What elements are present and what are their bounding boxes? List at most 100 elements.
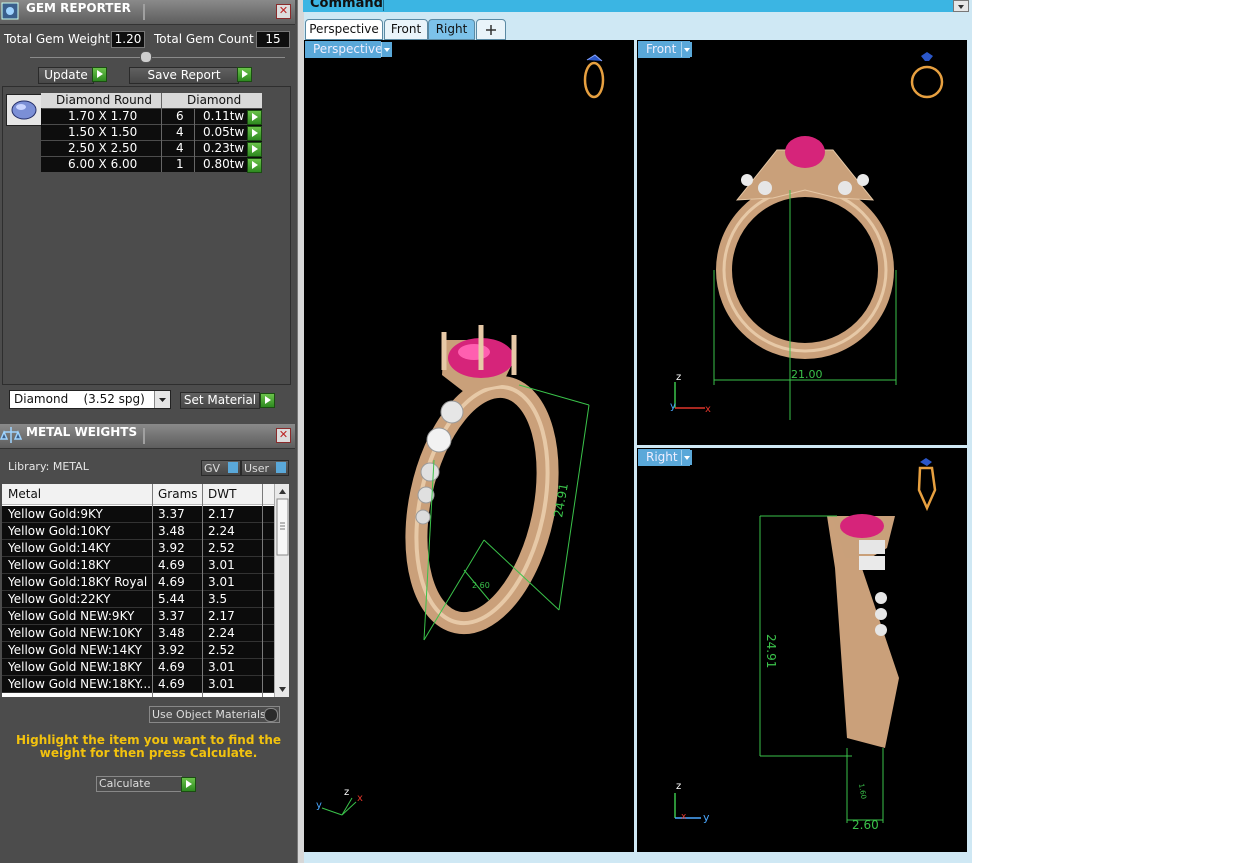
axis-z-label: z xyxy=(676,781,681,792)
set-material-arrow-icon[interactable] xyxy=(260,393,275,408)
col-separator xyxy=(152,484,153,697)
front-viewport[interactable]: Front 21.00 z x y xyxy=(637,40,967,445)
metal-grams: 3.92 xyxy=(158,643,185,657)
gem-reporter-title: GEM REPORTER xyxy=(26,1,131,15)
col-grams[interactable]: Grams xyxy=(158,487,198,501)
metal-name: Yellow Gold:22KY xyxy=(8,592,111,606)
metal-name: Yellow Gold NEW:9KY xyxy=(8,609,135,623)
table-row[interactable]: Yellow Gold:10KY 3.48 2.24 xyxy=(2,523,274,540)
calculate-label: Calculate xyxy=(99,777,151,790)
close-icon[interactable]: ✕ xyxy=(276,428,291,443)
metal-name: Yellow Gold NEW:14KY xyxy=(8,643,142,657)
titlebar-separator xyxy=(143,428,145,444)
gem-row[interactable]: 6.00 X 6.00 1 0.80tw xyxy=(41,157,262,172)
gv-indicator-icon xyxy=(228,462,238,473)
gem-row[interactable]: 1.50 X 1.50 4 0.05tw xyxy=(41,125,262,140)
gem-count: 4 xyxy=(176,125,184,139)
tab-front[interactable]: Front xyxy=(384,19,428,40)
table-row[interactable]: Yellow Gold:14KY 3.92 2.52 xyxy=(2,540,274,557)
table-row[interactable]: Yellow Gold NEW:10KY 3.48 2.24 xyxy=(2,625,274,642)
total-gem-count-value: 15 xyxy=(256,31,290,48)
metal-table-header: Metal Grams DWT xyxy=(2,484,274,505)
gem-weight: 0.80tw xyxy=(203,157,245,171)
gem-col-sep xyxy=(161,93,162,172)
radio-icon[interactable] xyxy=(264,708,278,722)
gem-row-arrow-icon[interactable] xyxy=(247,158,262,173)
set-material-button[interactable]: Set Material xyxy=(180,392,260,409)
metal-name: Yellow Gold:9KY xyxy=(8,507,103,521)
table-row[interactable]: Yellow Gold:9KY 3.37 2.17 xyxy=(2,506,274,523)
tab-right[interactable]: Right xyxy=(428,19,475,40)
material-select[interactable]: Diamond (3.52 spg) xyxy=(9,390,171,409)
gem-reporter-titlebar: GEM REPORTER ✕ xyxy=(0,0,295,25)
plus-icon xyxy=(486,25,496,35)
metal-name: Yellow Gold:14KY xyxy=(8,541,111,555)
table-row[interactable]: Yellow Gold:18KY 4.69 3.01 xyxy=(2,557,274,574)
material-select-value: Diamond (3.52 spg) xyxy=(14,392,145,406)
user-toggle[interactable]: User xyxy=(241,460,289,476)
use-object-materials-toggle[interactable]: Use Object Materials xyxy=(149,706,280,723)
chevron-down-icon xyxy=(958,5,964,9)
metal-grams: 4.69 xyxy=(158,677,185,691)
metal-weights-title: METAL WEIGHTS xyxy=(26,425,138,439)
calculate-button[interactable]: Calculate xyxy=(96,776,182,792)
gem-thumbnail[interactable] xyxy=(6,94,42,126)
metal-dwt: 3.5 xyxy=(208,592,228,606)
axis-y-label: y xyxy=(316,800,322,811)
table-row[interactable]: Yellow Gold NEW:18KY... 4.69 3.01 xyxy=(2,676,274,693)
add-tab-button[interactable] xyxy=(476,19,506,40)
use-object-materials-label: Use Object Materials xyxy=(152,708,266,721)
gem-row[interactable]: 2.50 X 2.50 4 0.23tw xyxy=(41,141,262,156)
command-bar[interactable]: Command: xyxy=(303,0,969,12)
table-row[interactable]: Yellow Gold:22KY 5.44 3.5 xyxy=(2,591,274,608)
axis-x-label: x xyxy=(705,404,711,415)
save-report-arrow-icon[interactable] xyxy=(237,67,252,82)
gem-row-arrow-icon[interactable] xyxy=(247,142,262,157)
gem-count: 1 xyxy=(176,157,184,171)
update-button[interactable]: Update xyxy=(38,67,94,84)
col-separator xyxy=(202,484,203,697)
metal-weights-titlebar: METAL WEIGHTS ✕ xyxy=(0,424,295,449)
panel-divider[interactable] xyxy=(297,0,304,863)
table-row[interactable]: Yellow Gold NEW:9KY 3.37 2.17 xyxy=(2,608,274,625)
metal-dwt: 2.52 xyxy=(208,643,235,657)
col-dwt[interactable]: DWT xyxy=(208,487,236,501)
metal-name: Yellow Gold:18KY xyxy=(8,558,111,572)
table-row[interactable]: Yellow Gold NEW:18KY 4.69 3.01 xyxy=(2,659,274,676)
table-row[interactable]: Yellow Gold NEW:14KY 3.92 2.52 xyxy=(2,642,274,659)
splitter-handle[interactable] xyxy=(140,51,152,63)
metal-dwt: 2.17 xyxy=(208,609,235,623)
perspective-viewport[interactable]: Perspective 24.91 2.60 z y x xyxy=(304,40,634,852)
metal-dwt: 3.01 xyxy=(208,677,235,691)
metal-dwt: 3.01 xyxy=(208,660,235,674)
command-input[interactable] xyxy=(383,0,954,11)
metal-dwt: 3.01 xyxy=(208,575,235,589)
axis-x-label: x xyxy=(681,812,687,822)
metal-grams: 3.37 xyxy=(158,507,185,521)
gem-row-arrow-icon[interactable] xyxy=(247,126,262,141)
close-icon[interactable]: ✕ xyxy=(276,4,291,19)
col-metal[interactable]: Metal xyxy=(8,487,41,501)
gv-toggle[interactable]: GV xyxy=(201,460,241,476)
gem-row[interactable]: 1.70 X 1.70 6 0.11tw xyxy=(41,109,262,124)
command-dropdown[interactable] xyxy=(953,0,969,12)
table-row[interactable]: Yellow Gold:18KY Royal 4.69 3.01 xyxy=(2,574,274,591)
save-report-button[interactable]: Save Report xyxy=(129,67,239,84)
metal-name: Yellow Gold NEW:18KY xyxy=(8,660,142,674)
gem-header-shape: Diamond Round xyxy=(56,93,152,107)
dim-small2-label: 1.60 xyxy=(857,783,868,800)
tab-perspective[interactable]: Perspective xyxy=(305,19,383,40)
gem-count: 4 xyxy=(176,141,184,155)
dim-small-label: 2.60 xyxy=(472,581,490,590)
gem-row-arrow-icon[interactable] xyxy=(247,110,262,125)
chevron-down-icon[interactable] xyxy=(154,391,170,408)
calculate-arrow-icon[interactable] xyxy=(181,777,196,792)
dim-width-label: 21.00 xyxy=(791,368,823,381)
metal-dwt: 2.52 xyxy=(208,541,235,555)
update-arrow-icon[interactable] xyxy=(92,67,107,82)
metal-dwt: 2.17 xyxy=(208,507,235,521)
metal-table-scrollbar[interactable] xyxy=(274,484,289,697)
right-ring-render: 24.91 2.60 1.60 z y x xyxy=(674,458,937,832)
dim-small-label: 2.60 xyxy=(852,818,879,832)
right-viewport[interactable]: Right 24.91 2.60 1.60 z y x xyxy=(637,448,967,852)
